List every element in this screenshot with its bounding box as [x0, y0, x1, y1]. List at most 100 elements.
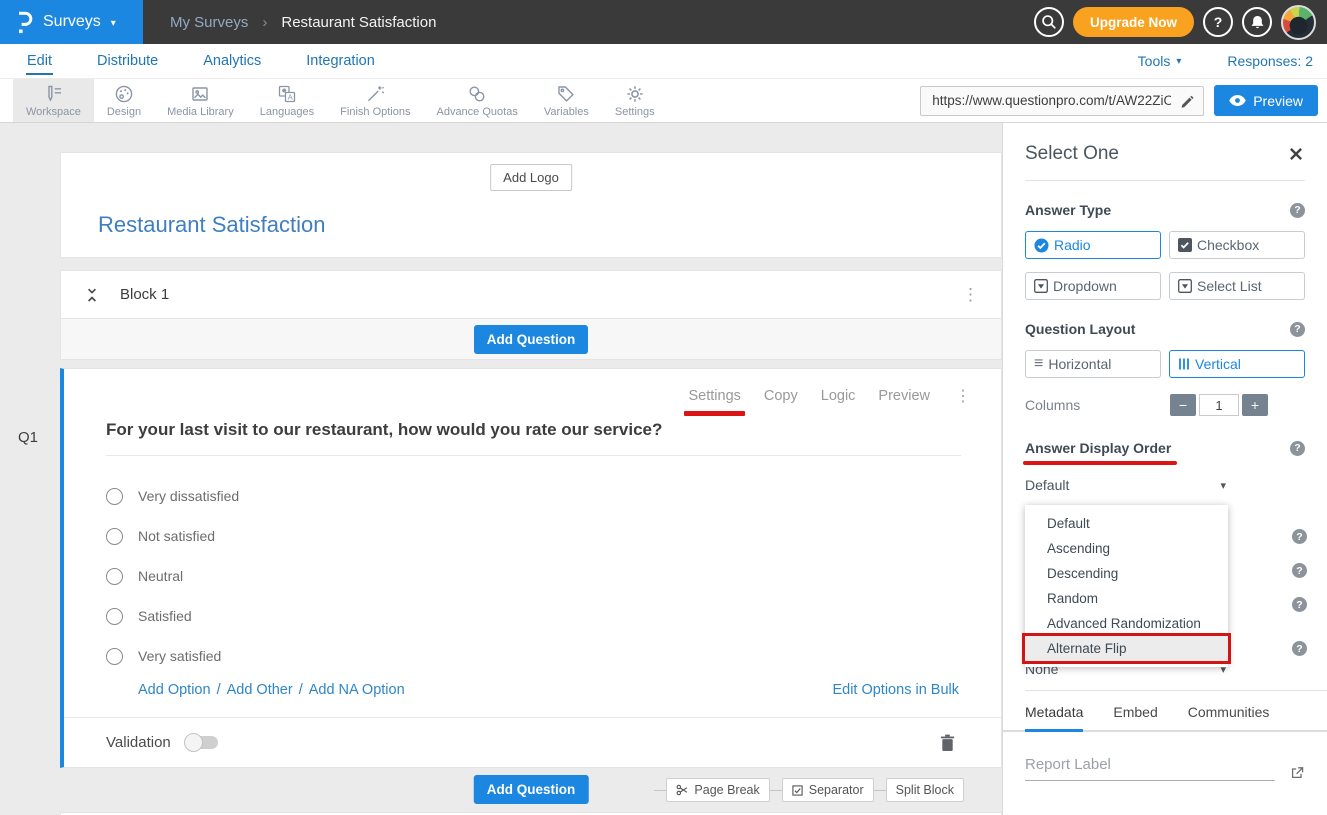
tool-workspace[interactable]: Workspace: [13, 79, 94, 122]
add-question-button[interactable]: Add Question: [474, 775, 589, 804]
block-title[interactable]: Block 1: [120, 286, 169, 303]
layout-label: Horizontal: [1048, 356, 1111, 372]
answer-type-checkbox[interactable]: Checkbox: [1169, 231, 1305, 259]
tab-settings[interactable]: Settings: [688, 388, 740, 404]
tool-settings[interactable]: Settings: [602, 79, 668, 122]
survey-url-input[interactable]: [930, 92, 1173, 109]
tools-menu[interactable]: Tools ▾: [1138, 53, 1182, 69]
pencil-icon[interactable]: [1180, 94, 1194, 108]
radio-icon[interactable]: [106, 528, 123, 545]
columns-value[interactable]: 1: [1199, 394, 1239, 416]
responses-count[interactable]: Responses: 2: [1227, 53, 1313, 69]
tool-advance-quotas[interactable]: Advance Quotas: [423, 79, 530, 122]
option-label[interactable]: Satisfied: [138, 608, 192, 624]
add-na-option-link[interactable]: Add NA Option: [309, 682, 405, 698]
page-break-button[interactable]: Page Break: [666, 778, 769, 802]
tab-communities[interactable]: Communities: [1188, 697, 1270, 730]
menu-item-alternate-flip[interactable]: Alternate Flip: [1025, 636, 1228, 661]
help-icon[interactable]: ?: [1292, 529, 1307, 544]
search-button[interactable]: [1034, 7, 1064, 37]
add-other-link[interactable]: Add Other: [227, 682, 293, 698]
display-order-menu: Default Ascending Descending Random Adva…: [1025, 505, 1228, 667]
menu-item-ascending[interactable]: Ascending: [1025, 536, 1228, 561]
validation-toggle[interactable]: [185, 736, 218, 749]
close-panel-button[interactable]: [1287, 145, 1305, 163]
tool-finish-options[interactable]: Finish Options: [327, 79, 423, 122]
tool-variables[interactable]: Variables: [531, 79, 602, 122]
answer-type-radio[interactable]: Radio: [1025, 231, 1161, 259]
radio-icon[interactable]: [106, 648, 123, 665]
question-menu-kebab-icon[interactable]: ⋮: [955, 386, 971, 406]
answer-type-dropdown[interactable]: Dropdown: [1025, 272, 1161, 300]
type-label: Checkbox: [1197, 237, 1259, 253]
option-label[interactable]: Not satisfied: [138, 528, 215, 544]
separator-button[interactable]: Separator: [782, 778, 874, 802]
add-question-button[interactable]: Add Question: [474, 325, 589, 354]
product-switcher[interactable]: Surveys ▾: [0, 0, 143, 44]
help-icon[interactable]: ?: [1290, 203, 1305, 218]
option-label[interactable]: Very satisfied: [138, 648, 221, 664]
tab-embed[interactable]: Embed: [1113, 697, 1157, 730]
radio-icon[interactable]: [106, 568, 123, 585]
tab-copy[interactable]: Copy: [764, 388, 798, 404]
edit-options-in-bulk-link[interactable]: Edit Options in Bulk: [832, 682, 959, 698]
upgrade-now-button[interactable]: Upgrade Now: [1073, 7, 1194, 37]
tab-metadata[interactable]: Metadata: [1025, 697, 1083, 732]
option-row: Satisfied: [64, 596, 1001, 636]
option-label[interactable]: Very dissatisfied: [138, 488, 239, 504]
decrement-button[interactable]: −: [1170, 394, 1196, 416]
block-menu-kebab-icon[interactable]: ⋮: [962, 286, 979, 303]
question-text[interactable]: For your last visit to our restaurant, h…: [106, 420, 961, 440]
delete-question-button[interactable]: [940, 734, 955, 752]
user-avatar[interactable]: [1281, 5, 1316, 40]
collapse-icon[interactable]: [85, 286, 99, 304]
edit-toolbar: Workspace Design: [0, 78, 1327, 123]
help-icon[interactable]: ?: [1290, 441, 1305, 456]
help-icon[interactable]: ?: [1292, 641, 1307, 656]
panel-tabs: Metadata Embed Communities: [1003, 691, 1327, 732]
menu-item-descending[interactable]: Descending: [1025, 561, 1228, 586]
type-label: Radio: [1054, 237, 1091, 253]
help-icon[interactable]: ?: [1292, 597, 1307, 612]
menu-item-advanced-randomization[interactable]: Advanced Randomization: [1025, 611, 1228, 636]
preview-button[interactable]: Preview: [1214, 85, 1318, 116]
nav-integration[interactable]: Integration: [305, 47, 376, 75]
close-icon: [1289, 147, 1303, 161]
nav-edit[interactable]: Edit: [26, 47, 53, 75]
tool-label: Settings: [615, 106, 655, 118]
add-option-link[interactable]: Add Option: [138, 682, 211, 698]
open-in-new-icon[interactable]: [1289, 765, 1305, 781]
menu-item-default[interactable]: Default: [1025, 511, 1228, 536]
radio-icon[interactable]: [106, 608, 123, 625]
answer-type-grid: Radio Checkbox: [1025, 231, 1305, 300]
tool-design[interactable]: Design: [94, 79, 154, 122]
question-settings-panel: Select One Answer Type ?: [1002, 123, 1327, 815]
notifications-button[interactable]: [1242, 7, 1272, 37]
report-label-input[interactable]: [1025, 756, 1275, 781]
tool-media-library[interactable]: Media Library: [154, 79, 247, 122]
layout-vertical[interactable]: Vertical: [1169, 350, 1305, 378]
menu-item-random[interactable]: Random: [1025, 586, 1228, 611]
help-icon[interactable]: ?: [1292, 563, 1307, 578]
tool-languages[interactable]: A Languages: [247, 79, 327, 122]
layout-horizontal[interactable]: ≡ Horizontal: [1025, 350, 1161, 378]
nav-analytics[interactable]: Analytics: [202, 47, 262, 75]
nav-distribute[interactable]: Distribute: [96, 47, 159, 75]
help-button[interactable]: ?: [1203, 7, 1233, 37]
tool-label: Advance Quotas: [436, 106, 517, 118]
display-order-select[interactable]: Default ▾: [1025, 477, 1226, 493]
survey-title[interactable]: Restaurant Satisfaction: [98, 212, 325, 238]
tab-preview[interactable]: Preview: [878, 388, 930, 404]
survey-nav: Edit Distribute Analytics Integration To…: [0, 44, 1327, 78]
help-icon[interactable]: ?: [1290, 322, 1305, 337]
add-logo-button[interactable]: Add Logo: [490, 164, 572, 191]
split-block-button[interactable]: Split Block: [886, 778, 964, 802]
answer-type-select-list[interactable]: Select List: [1169, 272, 1305, 300]
tab-logic[interactable]: Logic: [821, 388, 856, 404]
scissors-icon: [676, 784, 688, 796]
option-label[interactable]: Neutral: [138, 568, 183, 584]
panel-title: Select One: [1025, 143, 1119, 165]
breadcrumb-my-surveys[interactable]: My Surveys: [170, 14, 248, 31]
radio-icon[interactable]: [106, 488, 123, 505]
increment-button[interactable]: +: [1242, 394, 1268, 416]
